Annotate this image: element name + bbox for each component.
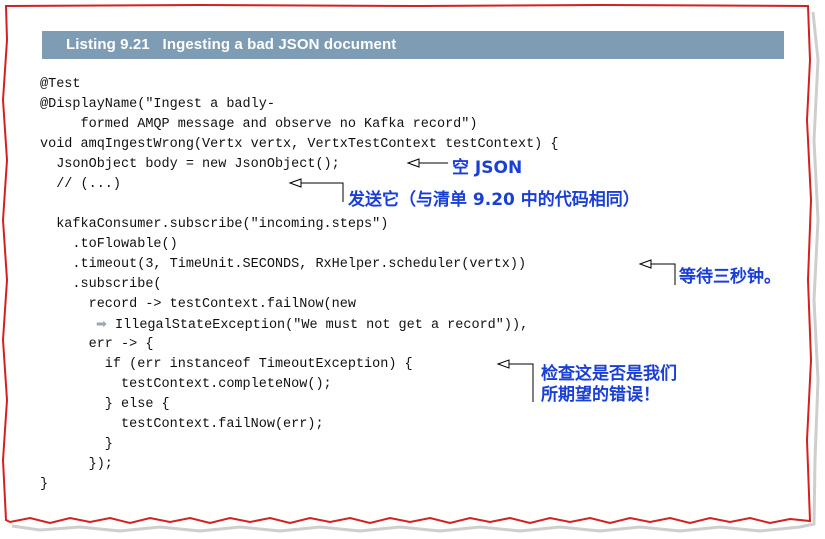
arrow-head-icon xyxy=(496,359,510,369)
annotation-empty-json: 空 JSON xyxy=(452,158,523,178)
page-frame: Listing 9.21 Ingesting a bad JSON docume… xyxy=(0,0,825,539)
callout-line xyxy=(650,263,676,285)
arrow-head-icon xyxy=(288,178,302,188)
callout-line xyxy=(300,182,344,202)
annotation-wait: 等待三秒钟。 xyxy=(679,267,781,287)
annotation-send-it: 发送它（与清单 9.20 中的代码相同） xyxy=(348,190,640,210)
arrow-head-icon xyxy=(406,158,420,168)
annotation-check-line1: 检查这是否是我们 xyxy=(541,364,677,384)
arrow-head-icon xyxy=(638,259,652,269)
callout-line xyxy=(508,363,534,402)
annotation-check-line2: 所期望的错误！ xyxy=(541,385,660,405)
